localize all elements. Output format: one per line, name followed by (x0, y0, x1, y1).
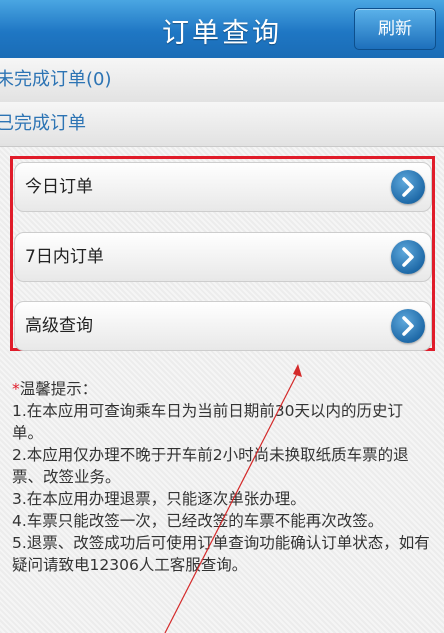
app-header: 订单查询 刷新 (0, 0, 444, 59)
menu-item-label: 高级查询 (25, 316, 93, 336)
incomplete-orders-row[interactable]: 未完成订单(0) (0, 58, 444, 103)
tips-section: *温馨提示： 1.在本应用可查询乘车日为当前日期前30天以内的历史订单。 2.本… (12, 378, 432, 576)
tip-line: 5.退票、改签成功后可使用订单查询功能确认订单状态，如有疑问请致电12306人工… (12, 534, 430, 574)
chevron-right-icon[interactable] (391, 170, 425, 204)
menu-item-label: 7日内订单 (25, 247, 104, 267)
tip-line: 1.在本应用可查询乘车日为当前日期前30天以内的历史订单。 (12, 402, 404, 442)
tip-line: 4.车票只能改签一次，已经改签的车票不能再次改签。 (12, 512, 384, 530)
chevron-right-icon[interactable] (391, 240, 425, 274)
tip-line: 2.本应用仅办理不晚于开车前2小时尚未换取纸质车票的退票、改签业务。 (12, 446, 409, 486)
refresh-button[interactable]: 刷新 (354, 8, 436, 50)
required-star: * (12, 380, 20, 398)
menu-item-label: 今日订单 (25, 177, 93, 197)
tip-line: 3.在本应用办理退票，只能逐次单张办理。 (12, 490, 306, 508)
chevron-right-icon[interactable] (391, 309, 425, 343)
menu-item-7day-orders[interactable]: 7日内订单 (14, 232, 432, 282)
menu-item-today-orders[interactable]: 今日订单 (14, 162, 432, 212)
completed-orders-row[interactable]: 已完成订单 (0, 102, 444, 147)
tips-title: *温馨提示： (12, 380, 98, 398)
menu-item-advanced-search[interactable]: 高级查询 (14, 301, 432, 351)
